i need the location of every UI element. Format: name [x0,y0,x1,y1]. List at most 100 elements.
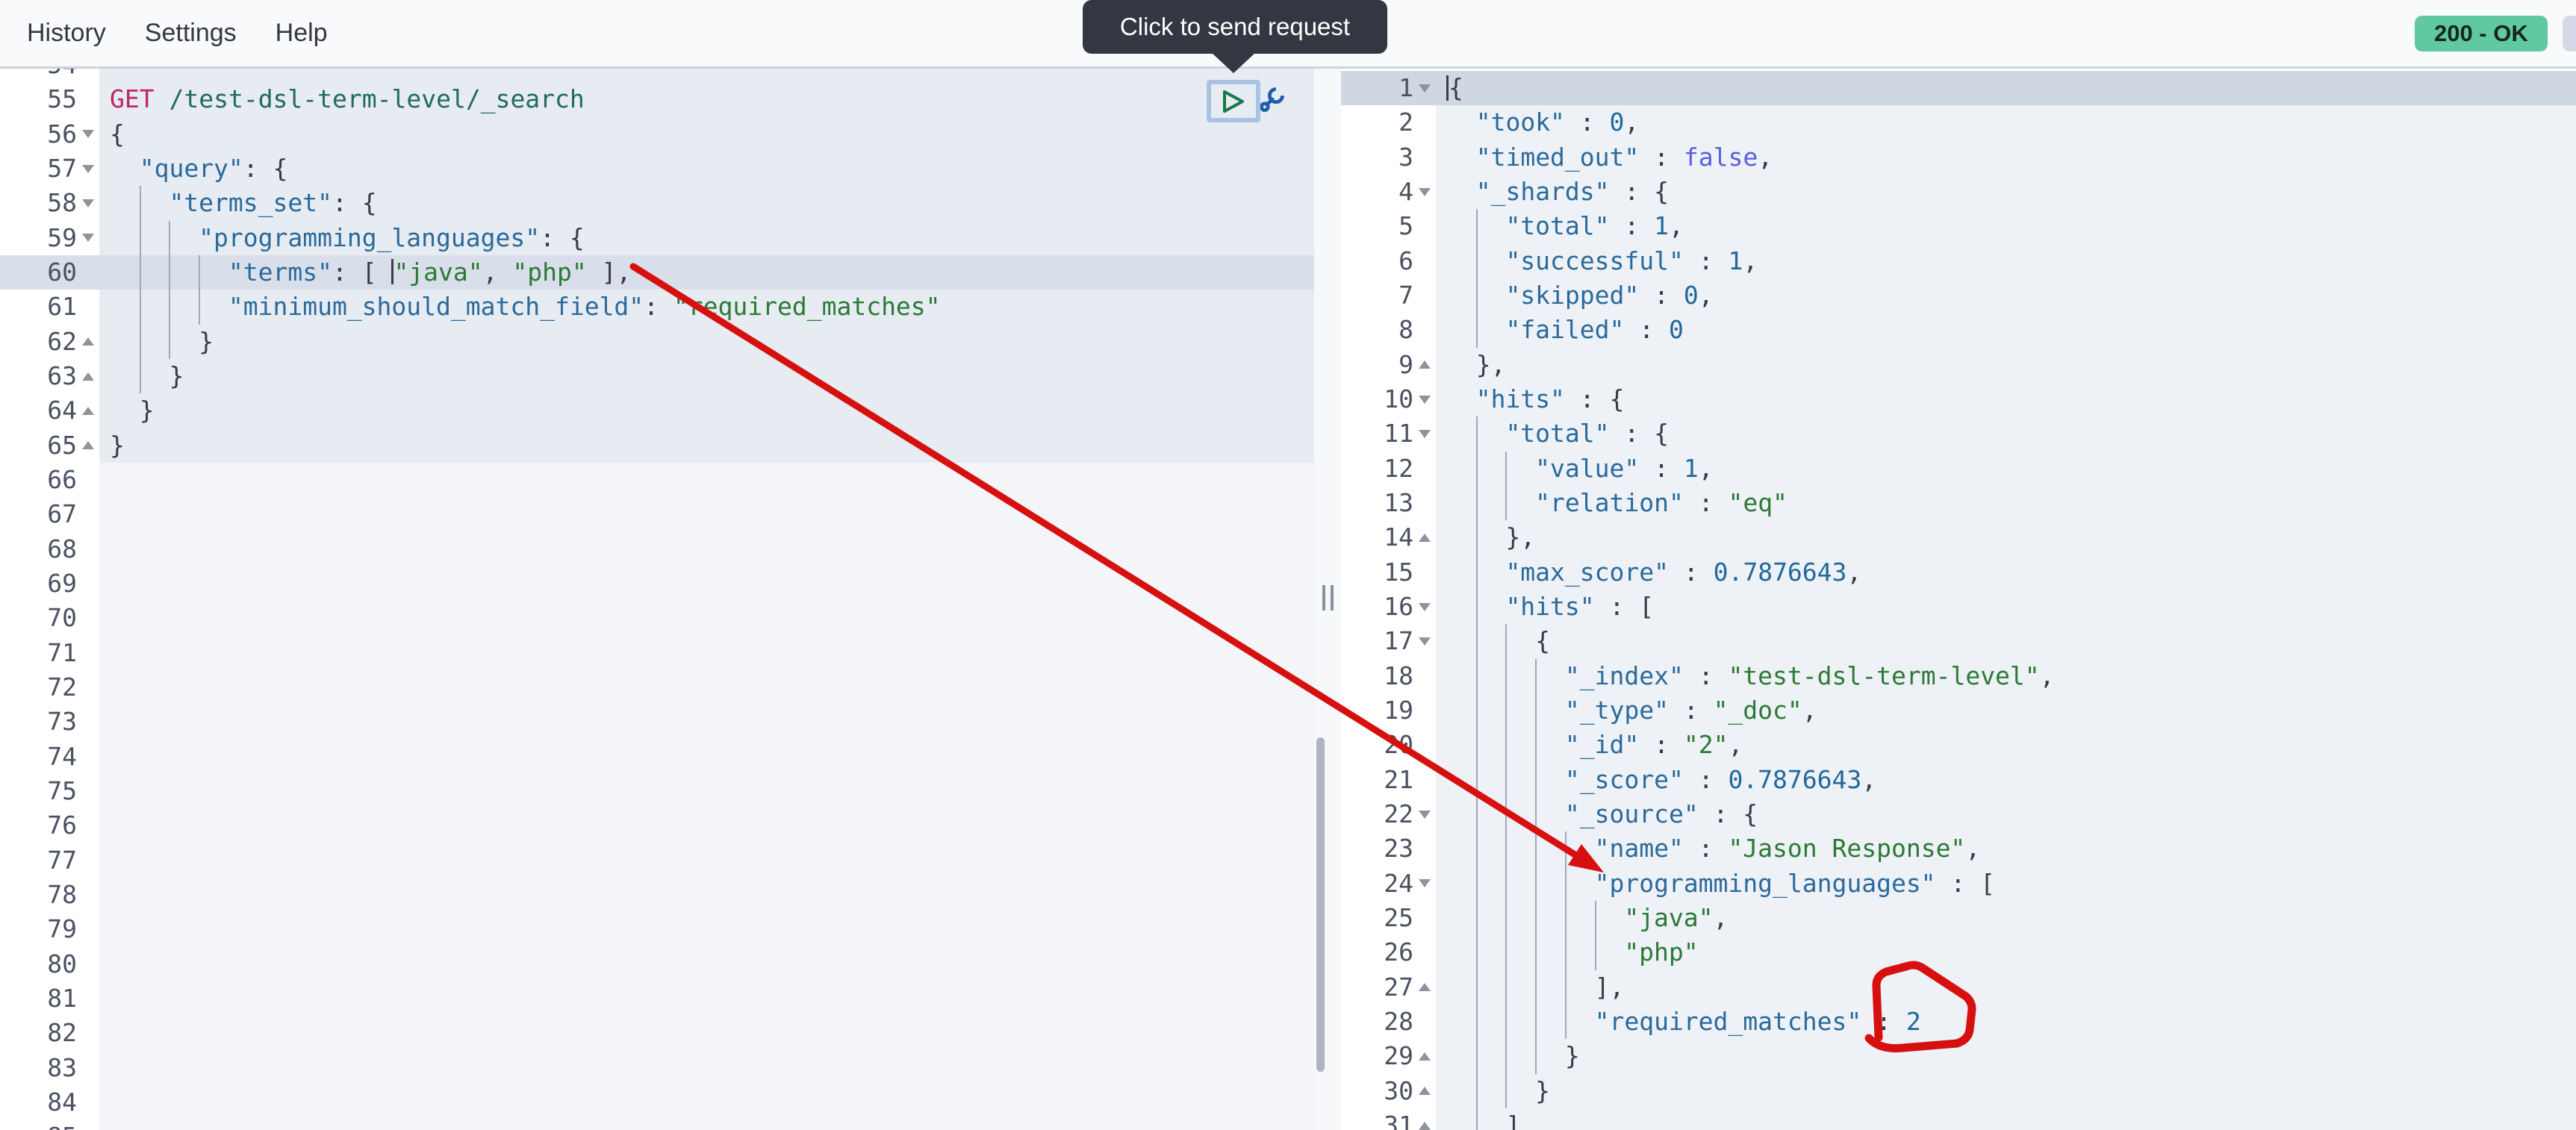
code-line-71[interactable]: 71 [0,636,1314,670]
send-request-button[interactable] [1207,80,1260,122]
fold-down-icon[interactable] [1413,590,1436,624]
code-line-59[interactable]: 59"programming_languages": { [0,221,1314,255]
code-line-8[interactable]: 8"failed" : 0 [1341,313,2576,347]
code-line-content[interactable] [99,1016,1314,1050]
code-line-63[interactable]: 63} [0,359,1314,393]
code-line-26[interactable]: 26"php" [1341,935,2576,970]
code-line-content[interactable] [99,69,1314,82]
code-line-78[interactable]: 78 [0,878,1314,912]
code-line-67[interactable]: 67 [0,497,1314,531]
code-line-69[interactable]: 69 [0,566,1314,601]
code-line-65[interactable]: 65} [0,428,1314,463]
code-line-4[interactable]: 4"_shards" : { [1341,175,2576,209]
response-viewer[interactable]: 1{2"took" : 0,3"timed_out" : false,4"_sh… [1341,69,2576,1130]
scrollbar-thumb[interactable] [1316,737,1325,1072]
code-line-79[interactable]: 79 [0,912,1314,946]
code-line-content[interactable]: "terms": [ "java", "php" ], [99,255,1314,290]
code-line-content[interactable]: } [99,359,1314,393]
code-line-56[interactable]: 56{ [0,117,1314,152]
fold-up-icon[interactable] [1413,970,1436,1005]
code-line-77[interactable]: 77 [0,843,1314,878]
code-line-29[interactable]: 29} [1341,1039,2576,1073]
code-line-6[interactable]: 6"successful" : 1, [1341,244,2576,278]
code-line-73[interactable]: 73 [0,705,1314,739]
fold-down-icon[interactable] [1413,797,1436,831]
code-line-content[interactable] [99,1120,1314,1130]
code-line-28[interactable]: 28"required_matches" : 2 [1341,1005,2576,1039]
code-line-15[interactable]: 15"max_score" : 0.7876643, [1341,555,2576,590]
code-line-17[interactable]: 17{ [1341,624,2576,658]
code-line-80[interactable]: 80 [0,947,1314,981]
code-line-2[interactable]: 2"took" : 0, [1341,105,2576,140]
menu-item-settings[interactable]: Settings [145,19,237,48]
code-line-20[interactable]: 20"_id" : "2", [1341,728,2576,762]
code-line-content[interactable]: "_id" : "2", [1436,728,2576,762]
code-line-64[interactable]: 64} [0,393,1314,428]
fold-up-icon[interactable] [77,428,99,463]
code-line-14[interactable]: 14}, [1341,520,2576,555]
code-line-74[interactable]: 74 [0,740,1314,774]
code-line-content[interactable]: ] [1436,1108,2576,1130]
code-line-content[interactable] [99,670,1314,705]
code-line-content[interactable] [99,1051,1314,1085]
code-line-68[interactable]: 68 [0,532,1314,566]
code-line-content[interactable]: "programming_languages": { [99,221,1314,255]
fold-down-icon[interactable] [77,152,99,186]
code-line-23[interactable]: 23"name" : "Jason Response", [1341,831,2576,866]
code-line-16[interactable]: 16"hits" : [ [1341,590,2576,624]
code-line-85[interactable]: 85 [0,1120,1314,1130]
code-line-58[interactable]: 58"terms_set": { [0,186,1314,220]
code-line-76[interactable]: 76 [0,808,1314,843]
fold-down-icon[interactable] [1413,175,1436,209]
fold-up-icon[interactable] [1413,520,1436,555]
code-line-21[interactable]: 21"_score" : 0.7876643, [1341,763,2576,797]
code-line-72[interactable]: 72 [0,670,1314,705]
code-line-content[interactable]: "required_matches" : 2 [1436,1005,2576,1039]
code-line-content[interactable]: } [99,393,1314,428]
code-line-content[interactable] [99,532,1314,566]
code-line-27[interactable]: 27], [1341,970,2576,1005]
code-line-content[interactable]: GET /test-dsl-term-level/_search [99,82,1314,116]
code-line-content[interactable]: "skipped" : 0, [1436,278,2576,313]
code-line-content[interactable] [99,705,1314,739]
code-line-24[interactable]: 24"programming_languages" : [ [1341,867,2576,901]
fold-up-icon[interactable] [1413,1108,1436,1130]
code-line-84[interactable]: 84 [0,1085,1314,1120]
code-line-content[interactable] [99,808,1314,843]
code-line-content[interactable]: }, [1436,520,2576,555]
code-line-content[interactable]: "max_score" : 0.7876643, [1436,555,2576,590]
code-line-content[interactable]: } [99,325,1314,359]
code-line-content[interactable] [99,566,1314,601]
fold-up-icon[interactable] [77,359,99,393]
menu-item-help[interactable]: Help [276,19,328,48]
code-line-content[interactable]: "query": { [99,152,1314,186]
fold-down-icon[interactable] [1413,624,1436,658]
code-line-content[interactable]: "minimum_should_match_field": "required_… [99,290,1314,324]
code-line-57[interactable]: 57"query": { [0,152,1314,186]
code-line-55[interactable]: 55GET /test-dsl-term-level/_search [0,82,1314,116]
code-line-5[interactable]: 5"total" : 1, [1341,209,2576,243]
code-line-30[interactable]: 30} [1341,1074,2576,1108]
fold-up-icon[interactable] [77,325,99,359]
code-line-3[interactable]: 3"timed_out" : false, [1341,140,2576,175]
fold-down-icon[interactable] [1413,867,1436,901]
code-line-83[interactable]: 83 [0,1051,1314,1085]
code-line-12[interactable]: 12"value" : 1, [1341,452,2576,486]
fold-down-icon[interactable] [77,186,99,220]
code-line-content[interactable]: }, [1436,348,2576,382]
fold-up-icon[interactable] [77,393,99,428]
code-line-content[interactable]: "hits" : [ [1436,590,2576,624]
code-line-content[interactable]: "relation" : "eq" [1436,486,2576,520]
code-line-content[interactable] [99,601,1314,635]
code-line-content[interactable] [99,981,1314,1016]
code-line-content[interactable] [99,878,1314,912]
code-line-content[interactable] [99,774,1314,808]
code-line-11[interactable]: 11"total" : { [1341,416,2576,451]
code-line-content[interactable]: "total" : { [1436,416,2576,451]
code-line-60[interactable]: 60"terms": [ "java", "php" ], [0,255,1314,290]
code-line-content[interactable]: "php" [1436,935,2576,970]
code-line-61[interactable]: 61"minimum_should_match_field": "require… [0,290,1314,324]
code-line-content[interactable] [99,497,1314,531]
code-line-31[interactable]: 31] [1341,1108,2576,1130]
code-line-13[interactable]: 13"relation" : "eq" [1341,486,2576,520]
